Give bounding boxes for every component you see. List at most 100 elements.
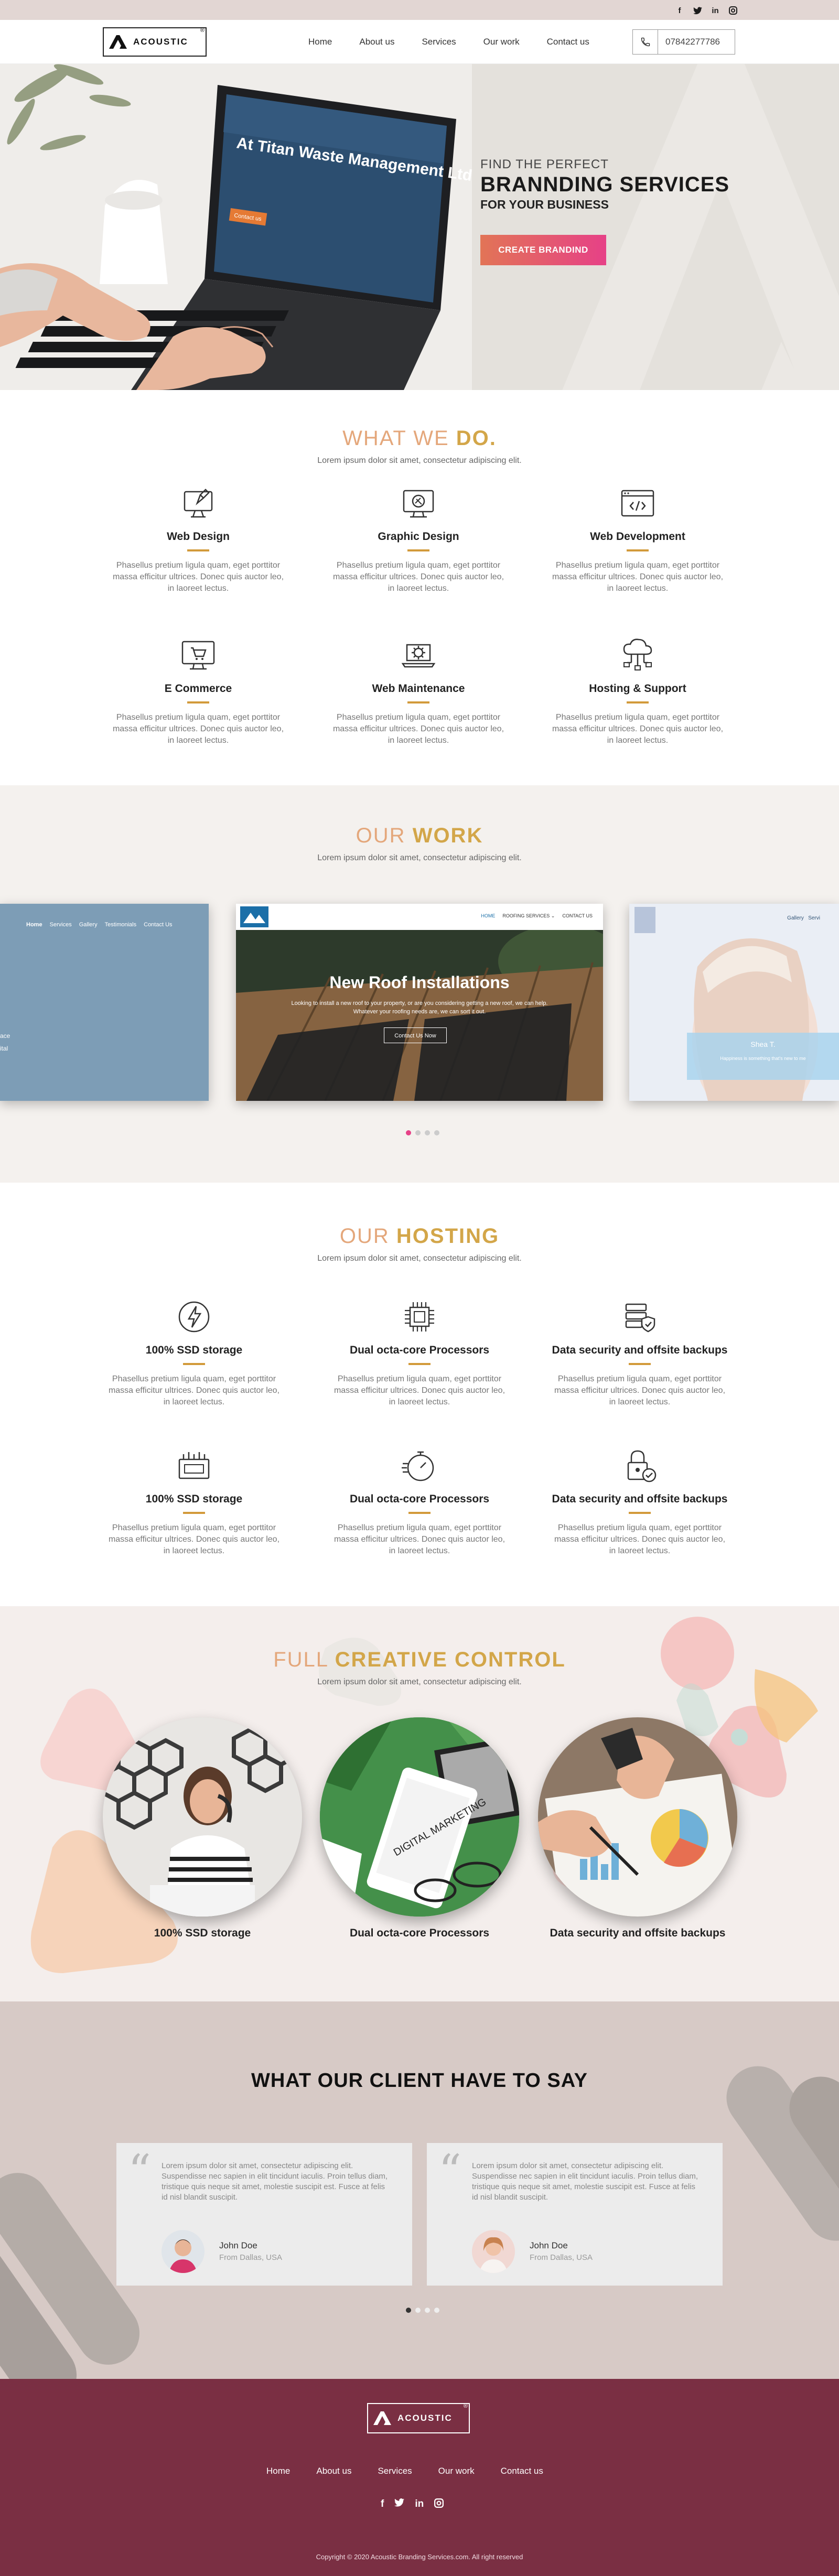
instagram-icon[interactable]: [434, 2498, 444, 2511]
creative-image-data-charts: [538, 1717, 737, 1917]
center-card-nav-item: HOME: [481, 913, 496, 918]
hosting-feature-card[interactable]: Dual octa-core Processors Phasellus pret…: [330, 1445, 509, 1557]
work-card-left[interactable]: Home Services Gallery Testimonials Conta…: [0, 904, 209, 1101]
hero-kicker: FIND THE PERFECT: [480, 157, 609, 171]
phone-box[interactable]: 07842277786: [632, 29, 735, 55]
center-card-logo-icon: [240, 906, 268, 927]
service-description: Phasellus pretium ligula quam, eget port…: [332, 561, 504, 593]
hosting-feature-underline: [408, 1512, 431, 1514]
linkedin-icon[interactable]: in: [710, 5, 720, 16]
brand-logo-mark-icon: [109, 35, 127, 49]
our-hosting-section: OUR HOSTING Lorem ipsum dolor sit amet, …: [0, 1183, 839, 1606]
center-card-contact-button[interactable]: Contact Us Now: [384, 1027, 447, 1043]
hosting-feature-name: Data security and offsite backups: [552, 1344, 728, 1356]
right-card-nav-item: Gallery: [787, 915, 804, 921]
testimonial-text: Lorem ipsum dolor sit amet, consectetur …: [162, 2161, 388, 2202]
right-card-portrait-image: [629, 904, 839, 1101]
stopwatch-icon: [402, 1451, 434, 1481]
what-we-do-subtitle: Lorem ipsum dolor sit amet, consectetur …: [317, 456, 522, 465]
left-card-nav-item: Home: [26, 922, 42, 928]
footer-logo[interactable]: ACOUSTIC ®: [367, 2403, 470, 2433]
creative-control-section: FULL CREATIVE CONTROL Lorem ipsum dolor …: [0, 1606, 839, 2001]
nav-item-home[interactable]: Home: [308, 37, 332, 47]
hosting-feature-description: Phasellus pretium ligula quam, eget port…: [108, 1523, 280, 1555]
nav-item-contact[interactable]: Contact us: [547, 37, 589, 47]
center-card-body: Looking to install a new roof to your pr…: [283, 999, 556, 1016]
creative-caption: Data security and offsite backups: [550, 1927, 726, 1939]
facebook-icon[interactable]: f: [674, 5, 685, 16]
carousel-dot[interactable]: [434, 1130, 439, 1135]
testimonials-section: WHAT OUR CLIENT HAVE TO SAY “ Lorem ipsu…: [0, 2001, 839, 2379]
hero-banner: At Titan Waste Management Ltd Contact us…: [0, 64, 839, 390]
web-development-icon: [621, 490, 654, 517]
hosting-title: OUR HOSTING: [0, 1225, 839, 1248]
hosting-feature-card[interactable]: Dual octa-core Processors Phasellus pret…: [330, 1296, 509, 1408]
footer-nav-work[interactable]: Our work: [438, 2466, 475, 2476]
top-social-links: f in: [674, 5, 738, 16]
hosting-feature-card[interactable]: Data security and offsite backups Phasel…: [551, 1445, 729, 1557]
right-card-caption-sub: Happiness is something that's new to me: [720, 1056, 806, 1061]
lock-icon: [627, 1450, 657, 1482]
hosting-feature-card[interactable]: Data security and offsite backups Phasel…: [551, 1296, 729, 1408]
service-name: E Commerce: [164, 683, 232, 695]
top-bar: f in: [0, 0, 839, 20]
facebook-icon[interactable]: f: [381, 2498, 384, 2511]
nav-item-about[interactable]: About us: [359, 37, 394, 47]
hosting-support-icon: [623, 638, 652, 670]
hosting-feature-card[interactable]: 100% SSD storage Phasellus pretium ligul…: [105, 1445, 283, 1557]
nav-menu: Home About us Services Our work Contact …: [308, 37, 589, 47]
hosting-feature-underline: [183, 1363, 205, 1365]
carousel-dot[interactable]: [434, 2308, 439, 2313]
hosting-feature-name: 100% SSD storage: [145, 1493, 243, 1505]
hero-cta-button[interactable]: CREATE BRANDIND: [480, 235, 606, 265]
brand-logo[interactable]: ACOUSTIC ®: [103, 27, 207, 57]
carousel-dot[interactable]: [415, 2308, 421, 2313]
carousel-dot[interactable]: [406, 1130, 411, 1135]
testimonial-name: John Doe: [530, 2241, 568, 2250]
service-description: Phasellus pretium ligula quam, eget port…: [552, 713, 724, 745]
footer-nav-services[interactable]: Services: [378, 2466, 412, 2476]
service-description: Phasellus pretium ligula quam, eget port…: [552, 561, 724, 593]
service-card[interactable]: Web Design Phasellus pretium ligula quam…: [109, 482, 287, 594]
carousel-dot[interactable]: [415, 1130, 421, 1135]
what-we-do-title: WHAT WE DO.: [0, 427, 839, 450]
what-we-do-title-light: WHAT WE: [342, 427, 449, 450]
creative-title-bold: CREATIVE CONTROL: [335, 1648, 566, 1671]
work-card-center[interactable]: HOME ROOFING SERVICES ⌄ CONTACT US New R…: [236, 904, 603, 1101]
hosting-title-bold: HOSTING: [396, 1225, 500, 1248]
nav-item-work[interactable]: Our work: [483, 37, 520, 47]
service-card[interactable]: Graphic Design Phasellus pretium ligula …: [329, 482, 508, 594]
service-card[interactable]: E Commerce Phasellus pretium ligula quam…: [109, 634, 287, 746]
instagram-icon[interactable]: [728, 5, 738, 16]
carousel-dot[interactable]: [406, 2308, 411, 2313]
hosting-subtitle: Lorem ipsum dolor sit amet, consectetur …: [317, 1254, 522, 1263]
hosting-feature-description: Phasellus pretium ligula quam, eget port…: [554, 1374, 726, 1406]
testimonial-location: From Dallas, USA: [219, 2253, 283, 2262]
footer-nav-about[interactable]: About us: [316, 2466, 351, 2476]
twitter-icon[interactable]: [394, 2498, 405, 2511]
creative-subtitle: Lorem ipsum dolor sit amet, consectetur …: [317, 1677, 522, 1686]
service-card[interactable]: Web Development Phasellus pretium ligula…: [548, 482, 727, 594]
what-we-do-title-bold: DO.: [456, 427, 497, 450]
registered-mark: ®: [200, 27, 205, 34]
twitter-icon[interactable]: [692, 5, 703, 16]
footer-nav-home[interactable]: Home: [266, 2466, 290, 2476]
footer-nav-contact[interactable]: Contact us: [501, 2466, 543, 2476]
testimonial-text: Lorem ipsum dolor sit amet, consectetur …: [472, 2161, 698, 2202]
testimonials-title: WHAT OUR CLIENT HAVE TO SAY: [251, 2070, 588, 2092]
carousel-dot[interactable]: [425, 1130, 430, 1135]
service-card[interactable]: Web Maintenance Phasellus pretium ligula…: [329, 634, 508, 746]
service-description: Phasellus pretium ligula quam, eget port…: [332, 713, 504, 745]
right-card-nav-item: Servi: [808, 915, 820, 921]
left-card-nav-item: Contact Us: [144, 922, 173, 928]
center-card-headline: New Roof Installations: [329, 973, 510, 992]
linkedin-icon[interactable]: in: [415, 2498, 424, 2511]
work-card-right[interactable]: Gallery Servi Shea T. Happiness is somet…: [629, 904, 839, 1101]
service-card[interactable]: Hosting & Support Phasellus pretium ligu…: [548, 634, 727, 746]
nav-item-services[interactable]: Services: [422, 37, 456, 47]
service-name: Hosting & Support: [589, 683, 686, 695]
left-card-text: ace ital: [0, 1030, 10, 1055]
carousel-dot[interactable]: [425, 2308, 430, 2313]
hosting-feature-card[interactable]: 100% SSD storage Phasellus pretium ligul…: [105, 1296, 283, 1408]
web-maintenance-icon: [401, 644, 436, 668]
